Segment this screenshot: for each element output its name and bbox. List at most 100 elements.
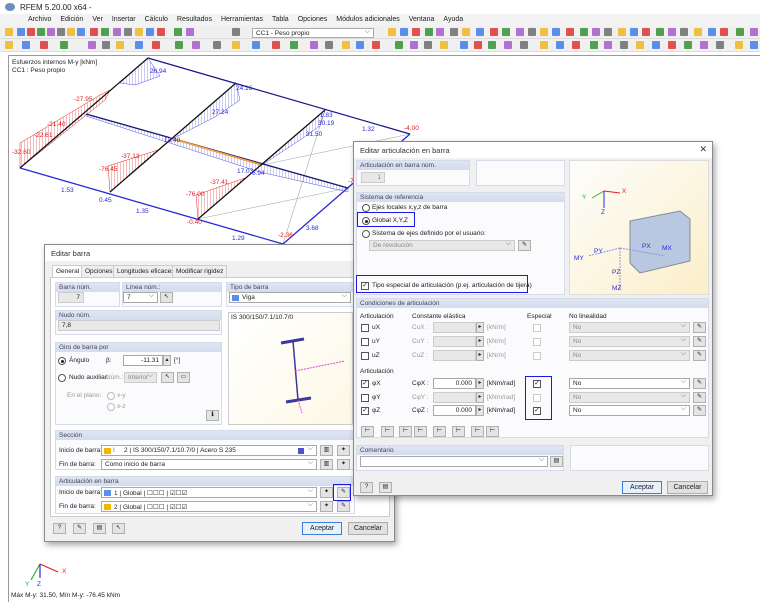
bar-type-select[interactable]: Viga — [229, 292, 351, 303]
new-node-button[interactable]: ▭ — [177, 372, 190, 383]
hinge-preset-button[interactable]: ⊢ — [414, 426, 427, 437]
spring-spinner[interactable]: ▸ — [476, 405, 484, 416]
nonlinearity-edit-button[interactable]: ✎ — [693, 392, 706, 403]
units-button[interactable]: ▤ — [93, 523, 106, 534]
nonlinearity-edit-button[interactable]: ✎ — [693, 336, 706, 347]
empty-panel — [476, 160, 565, 186]
bar-cancel-button[interactable]: Cancelar — [348, 522, 388, 535]
reference-system-label: Sistema de referencia — [357, 193, 564, 202]
plane-xz-radio[interactable] — [107, 403, 115, 411]
angle-radio[interactable] — [58, 357, 66, 365]
comment-library-button[interactable]: ▤ — [550, 456, 563, 467]
special-checkbox-1[interactable] — [533, 338, 541, 346]
spring-constant-input[interactable]: 0.000 — [433, 378, 476, 389]
spring-constant-input[interactable] — [433, 336, 476, 347]
close-icon[interactable]: ✕ — [699, 144, 707, 155]
line-number-label: Línea núm.: — [123, 283, 221, 292]
moment-value-label: 31.50 — [306, 131, 323, 138]
hinge-start-select[interactable]: 1 | Global | ☐☐☐ | ☑☐☑ — [101, 487, 317, 498]
edit-button[interactable]: ✎ — [73, 523, 86, 534]
spring-constant-label: CφY : — [412, 394, 429, 401]
hinge-preset-button[interactable]: ⊢ — [433, 426, 446, 437]
beta-input[interactable]: -11.31 — [123, 355, 163, 366]
nonlinearity-select[interactable]: No — [569, 350, 690, 361]
hinge-checkbox-3[interactable]: ✓ — [361, 380, 369, 388]
moment-value-label: 1.83 — [320, 112, 333, 119]
nonlinearity-select[interactable]: No — [569, 378, 690, 389]
section-color-icon — [104, 448, 111, 454]
spring-spinner[interactable]: ▸ — [476, 378, 484, 389]
hinge-checkbox-1[interactable] — [361, 338, 369, 346]
hinge-checkbox-4[interactable] — [361, 394, 369, 402]
spring-spinner[interactable]: ▸ — [476, 336, 484, 347]
section-end-library-button[interactable]: ▥ — [320, 459, 333, 470]
hinge-ok-button[interactable]: Aceptar — [622, 481, 662, 494]
hinge-checkbox-0[interactable] — [361, 324, 369, 332]
hinge-preset-button[interactable]: ⊢ — [452, 426, 465, 437]
hinge-cancel-button[interactable]: Cancelar — [667, 481, 708, 494]
user-axes-radio[interactable] — [362, 230, 370, 238]
spring-constant-input[interactable] — [433, 392, 476, 403]
spring-constant-input[interactable]: 0.000 — [433, 405, 476, 416]
section-start-select[interactable]: I 2 | IS 300/150/7.1/10.7/0 | Acero S 23… — [101, 445, 317, 456]
special-checkbox-0[interactable] — [533, 324, 541, 332]
local-axes-radio[interactable] — [362, 204, 370, 212]
beta-spinner[interactable]: ▴ — [163, 355, 171, 366]
section-end-new-button[interactable]: ✦ — [337, 459, 350, 470]
spring-constant-input[interactable] — [433, 350, 476, 361]
help-button[interactable]: ? — [53, 523, 66, 534]
hinge-end-edit-button[interactable]: ✎ — [337, 501, 350, 512]
bar-ok-button[interactable]: Aceptar — [302, 522, 342, 535]
hinge-preset-button[interactable]: ⊢ — [399, 426, 412, 437]
pick-line-button[interactable]: ↖ — [160, 292, 173, 303]
pick-button[interactable]: ↖ — [112, 523, 125, 534]
aux-node-radio[interactable] — [58, 374, 66, 382]
user-axes-edit-button[interactable]: ✎ — [518, 240, 531, 251]
spring-spinner[interactable]: ▸ — [476, 392, 484, 403]
nonlinearity-edit-button[interactable]: ✎ — [693, 378, 706, 389]
aux-node-select[interactable]: Interior — [124, 372, 157, 383]
section-new-button[interactable]: ✦ — [337, 445, 350, 456]
spring-constant-input[interactable] — [433, 322, 476, 333]
hinge-end-no: 2 — [114, 504, 118, 511]
section-end-select[interactable]: Como inicio de barra — [101, 459, 317, 470]
tab-modificar-rigidez[interactable]: Modificar rigidez — [172, 265, 228, 277]
section-library-button[interactable]: ▥ — [320, 445, 333, 456]
hinge-end-new-button[interactable]: ✦ — [320, 501, 333, 512]
special-checkbox-2[interactable] — [533, 352, 541, 360]
tab-general[interactable]: General — [52, 265, 84, 277]
hinge-end-select[interactable]: 2 | Global | ☐☐☐ | ☑☐☑ — [101, 501, 317, 512]
hinge-checkbox-2[interactable] — [361, 352, 369, 360]
hinge-preset-button[interactable]: ⊢ — [381, 426, 394, 437]
hinge-preset-button[interactable]: ⊢ — [471, 426, 484, 437]
members — [19, 57, 411, 245]
nonlinearity-select[interactable]: No — [569, 322, 690, 333]
hinge-start-system: Global — [122, 490, 142, 497]
info-button[interactable]: ℹ — [206, 410, 219, 421]
hinge-units-button[interactable]: ▤ — [379, 482, 392, 493]
user-axes-select[interactable]: De revolución — [369, 240, 515, 251]
hinge-start-new-button[interactable]: ✦ — [320, 487, 333, 498]
hinge-dof-label: φX — [372, 380, 381, 387]
line-number-select[interactable]: 7 — [123, 292, 158, 303]
spring-spinner[interactable]: ▸ — [476, 322, 484, 333]
comment-input[interactable] — [360, 456, 548, 467]
nonlinearity-edit-button[interactable]: ✎ — [693, 350, 706, 361]
spring-constant-label: CuY : — [412, 338, 429, 345]
plane-label: En el plano: — [67, 392, 102, 399]
tab-longitudes[interactable]: Longitudes eficaces — [113, 265, 179, 277]
plane-xy-radio[interactable] — [107, 392, 115, 400]
hinge-checkbox-5[interactable]: ✓ — [361, 407, 369, 415]
hinge-preset-button[interactable]: ⊢ — [361, 426, 374, 437]
pick-node-button[interactable]: ↖ — [161, 372, 174, 383]
hinge-preset-button[interactable]: ⊢ — [486, 426, 499, 437]
nonlinearity-select[interactable]: No — [569, 405, 690, 416]
spring-spinner[interactable]: ▸ — [476, 350, 484, 361]
hinge-help-button[interactable]: ? — [360, 482, 373, 493]
nonlinearity-edit-button[interactable]: ✎ — [693, 405, 706, 416]
nonlinearity-edit-button[interactable]: ✎ — [693, 322, 706, 333]
nonlinearity-select[interactable]: No — [569, 336, 690, 347]
nonlinearity-select[interactable]: No — [569, 392, 690, 403]
tab-opciones[interactable]: Opciones — [81, 265, 117, 277]
coordinate-axes — [30, 563, 59, 581]
